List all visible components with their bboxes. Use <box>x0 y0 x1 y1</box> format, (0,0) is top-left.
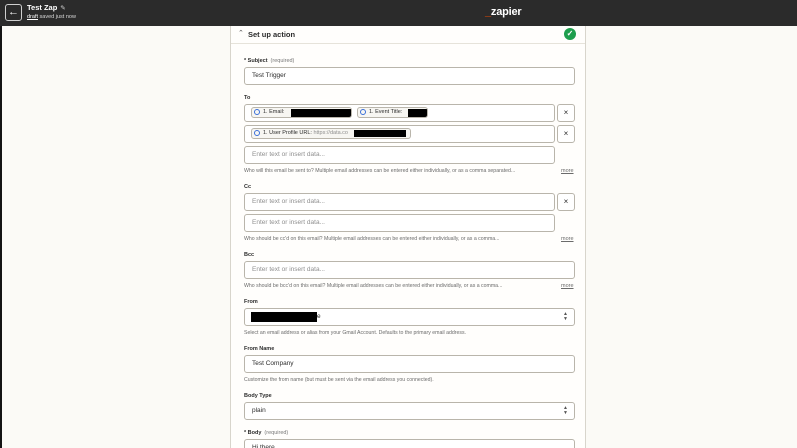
from-select[interactable]: e ▲ ▼ <box>244 308 575 326</box>
save-status: draft saved just now <box>27 14 76 20</box>
from-help-text: Select an email address or alias from yo… <box>244 330 467 336</box>
subject-label: * Subject (required) <box>244 58 295 64</box>
editor-canvas: ⌃ Set up action ✓ * Subject (required) Te… <box>2 26 797 448</box>
to-input-1[interactable]: 1. Email: 1. Event Title: <box>244 104 555 122</box>
chevron-up-icon[interactable]: ⌃ <box>238 29 244 37</box>
from-name-help-text: Customize the from name (but must be sen… <box>244 377 434 383</box>
bcc-more-link[interactable]: more <box>561 283 574 289</box>
bcc-help-text: Who should be bcc'd on this email? Multi… <box>244 283 503 289</box>
draft-link[interactable]: draft <box>27 14 38 20</box>
data-pill-icon <box>254 130 260 136</box>
cc-input-2[interactable]: Enter text or insert data... <box>244 214 555 232</box>
from-name-label: From Name <box>244 346 275 352</box>
bcc-label: Bcc <box>244 252 255 258</box>
cc-label: Cc <box>244 184 252 190</box>
body-type-select[interactable]: plain ▲ ▼ <box>244 402 575 420</box>
redacted-value <box>354 130 406 137</box>
event-title-data-pill[interactable]: 1. Event Title: <box>357 107 428 118</box>
body-type-label: Body Type <box>244 393 272 399</box>
redacted-value <box>291 109 351 117</box>
body-input[interactable]: Hi there, <box>244 439 575 448</box>
to-more-link[interactable]: more <box>561 168 574 174</box>
chevron-updown-icon: ▲ ▼ <box>563 405 568 416</box>
to-input-3[interactable]: Enter text or insert data... <box>244 146 555 164</box>
top-bar: ← Test Zap ✎ draft saved just now _zapier <box>0 0 797 26</box>
to-help-text: Who will this email be sent to? Multiple… <box>244 168 516 174</box>
zapier-logo: _zapier <box>485 6 522 18</box>
to-label: To <box>244 95 251 101</box>
redacted-value <box>251 312 317 322</box>
check-circle-icon: ✓ <box>564 28 576 40</box>
remove-cc-button[interactable]: × <box>557 193 575 211</box>
from-label: From <box>244 299 258 305</box>
cc-help-text: Who should be cc'd on this email? Multip… <box>244 236 500 242</box>
action-panel: ⌃ Set up action ✓ * Subject (required) Te… <box>230 26 586 448</box>
remove-to-2-button[interactable]: × <box>557 125 575 143</box>
pencil-icon[interactable]: ✎ <box>60 5 65 12</box>
panel-header[interactable]: ⌃ Set up action ✓ <box>231 26 585 44</box>
arrow-left-icon: ← <box>8 6 19 18</box>
from-name-input[interactable]: Test Company <box>244 355 575 373</box>
bcc-input[interactable]: Enter text or insert data... <box>244 261 575 279</box>
subject-input[interactable]: Test Trigger <box>244 67 575 85</box>
to-input-2[interactable]: 1. User Profile URL: https://data.co <box>244 125 555 143</box>
data-pill-icon <box>254 109 260 115</box>
user-profile-url-data-pill[interactable]: 1. User Profile URL: https://data.co <box>251 128 411 139</box>
data-pill-icon <box>360 109 366 115</box>
body-label: * Body (required) <box>244 430 289 436</box>
panel-title: Set up action <box>248 30 296 39</box>
chevron-updown-icon: ▲ ▼ <box>563 311 568 322</box>
redacted-value <box>408 109 427 117</box>
email-data-pill[interactable]: 1. Email: <box>251 107 352 118</box>
cc-input-1[interactable]: Enter text or insert data... <box>244 193 555 211</box>
back-button[interactable]: ← <box>5 4 22 21</box>
zap-title[interactable]: Test Zap ✎ <box>27 3 66 12</box>
remove-to-1-button[interactable]: × <box>557 104 575 122</box>
cc-more-link[interactable]: more <box>561 236 574 242</box>
